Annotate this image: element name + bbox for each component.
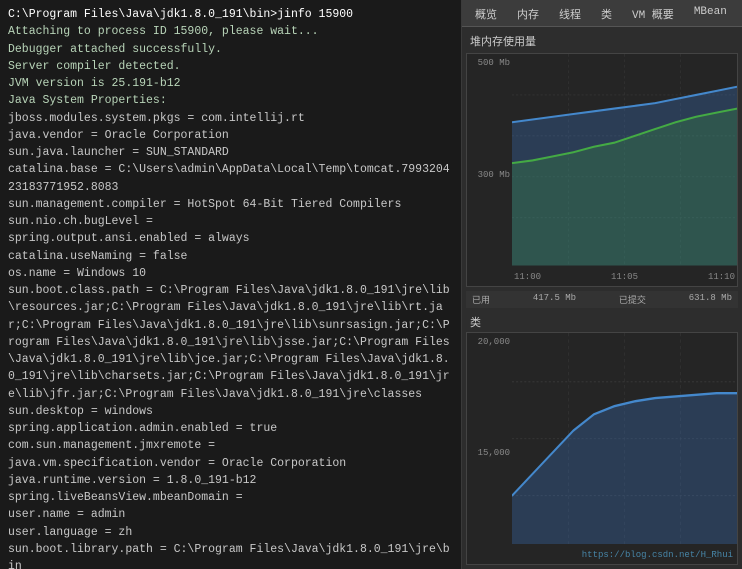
console-line: jboss.modules.system.pkgs = com.intellij… bbox=[8, 110, 453, 127]
tab-0[interactable]: 概览 bbox=[466, 2, 506, 26]
submitted-value: 631.8 Mb bbox=[689, 293, 732, 306]
console-line: java.vendor = Oracle Corporation bbox=[8, 127, 453, 144]
tab-5[interactable]: MBean bbox=[685, 2, 736, 26]
console-line: sun.boot.class.path = C:\Program Files\J… bbox=[8, 282, 453, 403]
console-line: spring.output.ansi.enabled = always bbox=[8, 230, 453, 247]
console-line: spring.liveBeansView.mbeanDomain = bbox=[8, 489, 453, 506]
tab-3[interactable]: 类 bbox=[592, 2, 621, 26]
classes-chart: 20,000 15,000 https://blog.csdn.net/H_R bbox=[466, 332, 738, 566]
classes-y-15000: 15,000 bbox=[469, 448, 510, 458]
console-line: java.runtime.version = 1.8.0_191-b12 bbox=[8, 472, 453, 489]
chart-section: 堆内存使用量 500 Mb 300 Mb bbox=[462, 27, 742, 569]
classes-chart-plot bbox=[512, 333, 737, 545]
submitted-label: 已提交 bbox=[619, 293, 646, 306]
classes-y-20000: 20,000 bbox=[469, 337, 510, 347]
classes-chart-title: 类 bbox=[466, 312, 738, 332]
console-line: user.language = zh bbox=[8, 524, 453, 541]
used-value: 417.5 Mb bbox=[533, 293, 576, 306]
console-line: Java System Properties: bbox=[8, 92, 453, 109]
console-line: os.name = Windows 10 bbox=[8, 265, 453, 282]
console-line: spring.application.admin.enabled = true bbox=[8, 420, 453, 437]
console-line: sun.java.launcher = SUN_STANDARD bbox=[8, 144, 453, 161]
classes-svg bbox=[512, 333, 737, 545]
x-label-1100: 11:00 bbox=[514, 272, 541, 282]
y-label-500: 500 Mb bbox=[469, 58, 510, 68]
console-line: sun.boot.library.path = C:\Program Files… bbox=[8, 541, 453, 569]
y-label-300: 300 Mb bbox=[469, 170, 510, 180]
console-line: sun.desktop = windows bbox=[8, 403, 453, 420]
tab-2[interactable]: 线程 bbox=[550, 2, 590, 26]
console-panel: C:\Program Files\Java\jdk1.8.0_191\bin>j… bbox=[0, 0, 462, 569]
y-axis-labels: 500 Mb 300 Mb bbox=[467, 54, 512, 286]
chart-info-bar: 已用 417.5 Mb 已提交 631.8 Mb bbox=[466, 291, 738, 308]
used-label: 已用 bbox=[472, 293, 490, 306]
console-line: Attaching to process ID 15900, please wa… bbox=[8, 23, 453, 40]
console-line: com.sun.management.jmxremote = bbox=[8, 437, 453, 454]
console-line: catalina.useNaming = false bbox=[8, 248, 453, 265]
console-line: JVM version is 25.191-b12 bbox=[8, 75, 453, 92]
console-line: catalina.base = C:\Users\admin\AppData\L… bbox=[8, 161, 453, 196]
classes-y-labels: 20,000 15,000 bbox=[467, 333, 512, 565]
console-line: Debugger attached successfully. bbox=[8, 41, 453, 58]
console-line: user.name = admin bbox=[8, 506, 453, 523]
memory-chart-title: 堆内存使用量 bbox=[466, 31, 738, 51]
x-label-1105: 11:05 bbox=[611, 272, 638, 282]
console-line: java.vm.specification.vendor = Oracle Co… bbox=[8, 455, 453, 472]
tab-4[interactable]: VM 概要 bbox=[623, 2, 683, 26]
tab-1[interactable]: 内存 bbox=[508, 2, 548, 26]
heap-chart-plot bbox=[512, 54, 737, 266]
console-line: C:\Program Files\Java\jdk1.8.0_191\bin>j… bbox=[8, 6, 453, 23]
console-line: sun.management.compiler = HotSpot 64-Bit… bbox=[8, 196, 453, 213]
console-line: sun.nio.ch.bugLevel = bbox=[8, 213, 453, 230]
tabs-bar: 概览内存线程类VM 概要MBean bbox=[462, 0, 742, 27]
watermark: https://blog.csdn.net/H_Rhui bbox=[582, 550, 733, 560]
x-label-1110: 11:10 bbox=[708, 272, 735, 282]
right-panel: 概览内存线程类VM 概要MBean 堆内存使用量 500 Mb 300 Mb bbox=[462, 0, 742, 569]
heap-memory-chart: 500 Mb 300 Mb bbox=[466, 53, 738, 287]
heap-svg bbox=[512, 54, 737, 266]
console-line: Server compiler detected. bbox=[8, 58, 453, 75]
x-axis-labels: 11:00 11:05 11:10 bbox=[512, 268, 737, 286]
